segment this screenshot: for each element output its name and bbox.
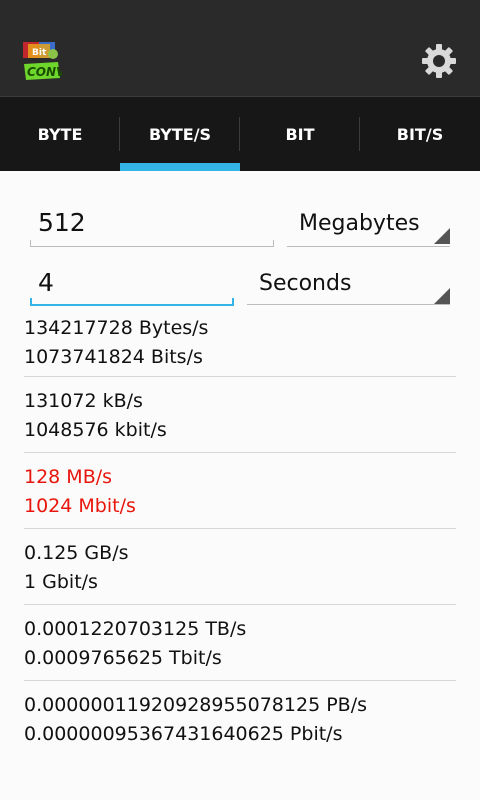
amount-input[interactable]: 512 [38,208,86,237]
tab-label: BYTE/S [148,124,212,144]
result-line-bit: 1048576 kbit/s [24,419,167,441]
tab-byte[interactable]: BYTE [0,97,120,171]
amount-unit-label: Megabytes [299,211,420,236]
tab-bit[interactable]: BIT [240,97,360,171]
results-list: 134217728 Bytes/s 1073741824 Bits/s 1310… [24,308,456,757]
result-kilo: 131072 kB/s 1048576 kbit/s [24,377,456,453]
result-bytes: 134217728 Bytes/s 1073741824 Bits/s [24,308,456,377]
time-input-underline [30,298,234,306]
time-value: 4 [38,268,54,297]
result-line-bit: 0.0009765625 Tbit/s [24,647,222,669]
result-line-byte: 134217728 Bytes/s [24,317,209,339]
tab-label: BIT [285,124,315,144]
dropdown-arrow-icon [434,228,450,244]
tab-byte-per-second[interactable]: BYTE/S [120,97,240,171]
result-line-bit: 1024 Mbit/s [24,495,136,517]
result-line-byte: 0.125 GB/s [24,542,129,564]
amount-value: 512 [38,208,86,237]
selected-tab-indicator [120,163,240,171]
result-line-byte: 131072 kB/s [24,390,143,412]
result-giga: 0.125 GB/s 1 Gbit/s [24,529,456,605]
result-mega: 128 MB/s 1024 Mbit/s [24,453,456,529]
tab-label: BIT/S [396,124,444,144]
result-line-bit: 1 Gbit/s [24,571,98,593]
result-line-byte: 0.0001220703125 TB/s [24,618,247,640]
svg-text:Bit: Bit [32,48,47,58]
result-line-bit: 0.00000095367431640625 Pbit/s [24,723,343,745]
amount-input-underline [30,240,274,247]
tab-bar: BYTE BYTE/S BIT BIT/S [0,96,480,171]
result-line-byte: 0.00000011920928955078125 PB/s [24,694,367,716]
time-input[interactable]: 4 [38,268,54,297]
result-peta: 0.00000011920928955078125 PB/s 0.0000009… [24,681,456,757]
time-unit-underline [247,304,450,305]
dropdown-arrow-icon [434,288,450,304]
result-line-bit: 1073741824 Bits/s [24,346,203,368]
result-tera: 0.0001220703125 TB/s 0.0009765625 Tbit/s [24,605,456,681]
tab-bit-per-second[interactable]: BIT/S [360,97,480,171]
action-bar: Bit CONV [0,0,480,96]
gear-icon[interactable] [422,44,456,78]
amount-unit-underline [287,246,450,247]
amount-unit-dropdown[interactable]: Megabytes [287,208,450,246]
app-logo-icon[interactable]: Bit CONV [22,40,62,84]
time-unit-label: Seconds [259,271,352,296]
svg-text:CONV: CONV [27,65,62,79]
tab-label: BYTE [37,124,83,144]
result-line-byte: 128 MB/s [24,466,113,488]
time-unit-dropdown[interactable]: Seconds [247,268,450,306]
